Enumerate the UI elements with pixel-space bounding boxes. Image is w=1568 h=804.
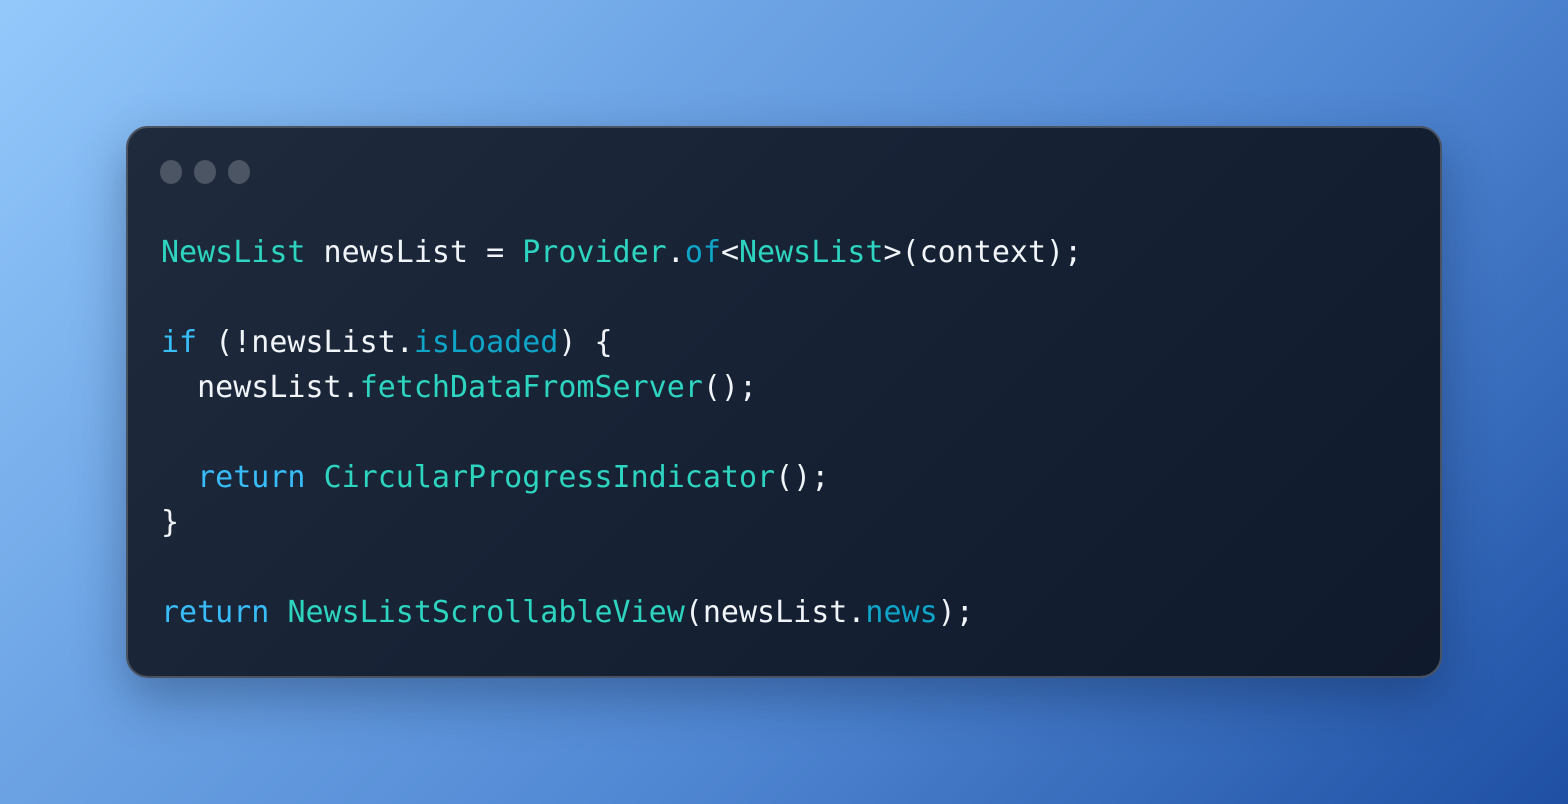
code-token-default: newsList = — [305, 235, 523, 270]
code-token-type: NewsList — [161, 235, 306, 270]
code-token-method: fetchDataFromServer — [359, 370, 703, 405]
code-line: NewsList newsList = Provider.of<NewsList… — [161, 230, 1082, 275]
window-dot-3[interactable] — [228, 160, 250, 184]
code-token-property: news — [865, 595, 938, 630]
code-line: return CircularProgressIndicator(); — [161, 455, 1082, 500]
code-line: newsList.fetchDataFromServer(); — [161, 365, 1082, 410]
window-dot-1[interactable] — [160, 160, 182, 184]
window-dot-2[interactable] — [194, 160, 216, 184]
code-line: if (!newsList.isLoaded) { — [161, 320, 1082, 365]
code-token-type: NewsList — [739, 235, 884, 270]
code-token-default: < — [720, 235, 739, 270]
code-line: } — [161, 500, 1082, 545]
code-token-default: (!newsList. — [197, 325, 414, 360]
code-token-keyword: return — [161, 595, 270, 630]
code-token-default: (newsList. — [684, 595, 866, 630]
code-token-default: ) { — [558, 325, 613, 360]
code-token-default — [306, 460, 324, 495]
code-token-default — [269, 595, 287, 630]
code-token-type: Provider — [522, 235, 667, 270]
code-window: NewsList newsList = Provider.of<NewsList… — [126, 126, 1442, 678]
code-token-type: NewsListScrollableView — [287, 595, 685, 630]
code-token-default: } — [161, 505, 180, 540]
code-token-keyword: if — [161, 325, 198, 360]
code-token-type: CircularProgressIndicator — [323, 460, 776, 495]
code-block: NewsList newsList = Provider.of<NewsList… — [161, 230, 1082, 635]
code-token-keyword: return — [197, 460, 306, 495]
code-token-default: newsList. — [161, 370, 360, 405]
code-token-default: (); — [775, 460, 830, 495]
code-token-default: >(context); — [883, 235, 1083, 270]
code-token-default: (); — [702, 370, 758, 405]
code-token-default: . — [666, 235, 685, 270]
window-controls — [160, 160, 250, 184]
code-line: return NewsListScrollableView(newsList.n… — [161, 590, 1082, 635]
code-token-default — [161, 460, 197, 495]
code-token-default: ); — [937, 595, 974, 630]
code-token-property: isLoaded — [413, 325, 559, 360]
code-token-property: of — [684, 235, 721, 270]
